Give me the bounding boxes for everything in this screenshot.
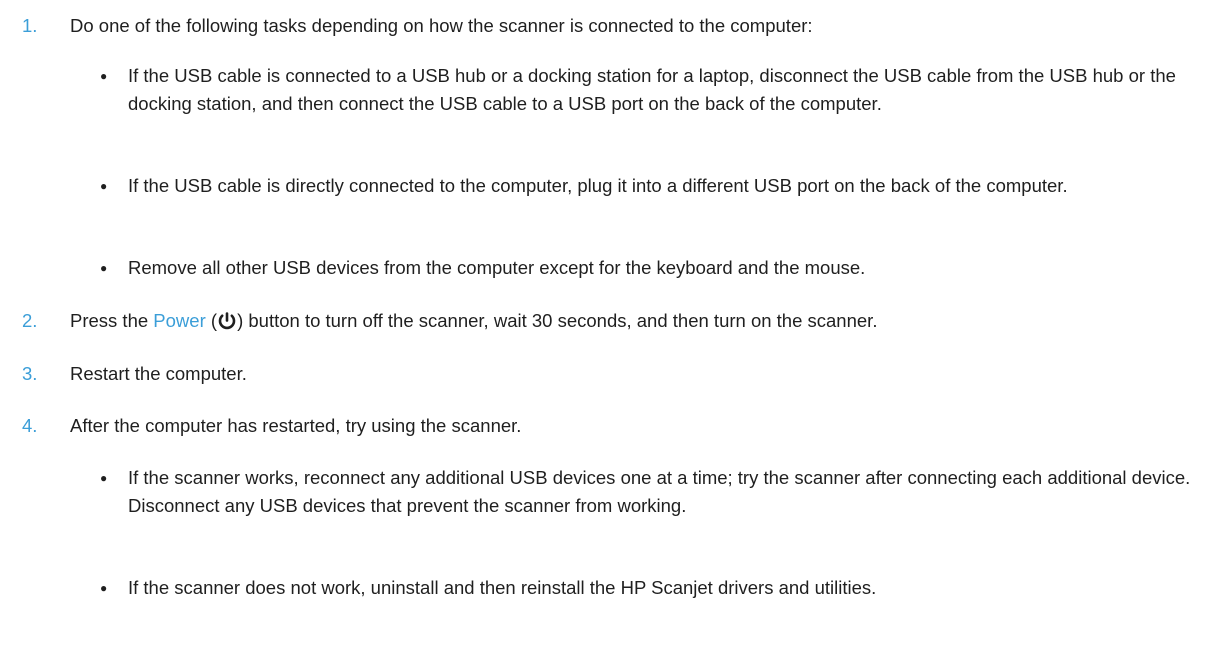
bullet-icon: ●	[100, 581, 108, 595]
step-number: 1.	[22, 15, 38, 36]
bullet-text: If the USB cable is directly connected t…	[128, 175, 1068, 196]
bullet-text: Remove all other USB devices from the co…	[128, 257, 866, 278]
instructions-document: 1. Do one of the following tasks dependi…	[0, 0, 1211, 650]
step-number: 4.	[22, 415, 38, 436]
step-text-before: Press the	[70, 310, 154, 331]
step-text: After the computer has restarted, try us…	[70, 415, 522, 436]
step-text: Restart the computer.	[70, 363, 247, 384]
bullet-text: If the scanner works, reconnect any addi…	[128, 467, 1191, 516]
bullet-icon: ●	[100, 471, 108, 485]
step-number: 3.	[22, 363, 38, 384]
power-icon	[217, 312, 237, 330]
bullet-text: If the USB cable is connected to a USB h…	[128, 65, 1176, 114]
step-text: Press the Power ( ) button to turn off th…	[70, 307, 1200, 335]
power-link[interactable]: Power	[153, 310, 205, 331]
step-number: 2.	[22, 310, 38, 331]
bullet-icon: ●	[100, 69, 108, 83]
bullet-icon: ●	[100, 179, 108, 193]
step-text: Do one of the following tasks depending …	[70, 15, 813, 36]
bullet-icon: ●	[100, 261, 108, 275]
paren-open: (	[205, 310, 218, 331]
step-text-after: ) button to turn off the scanner, wait 3…	[237, 310, 878, 331]
bullet-text: If the scanner does not work, uninstall …	[128, 577, 877, 598]
